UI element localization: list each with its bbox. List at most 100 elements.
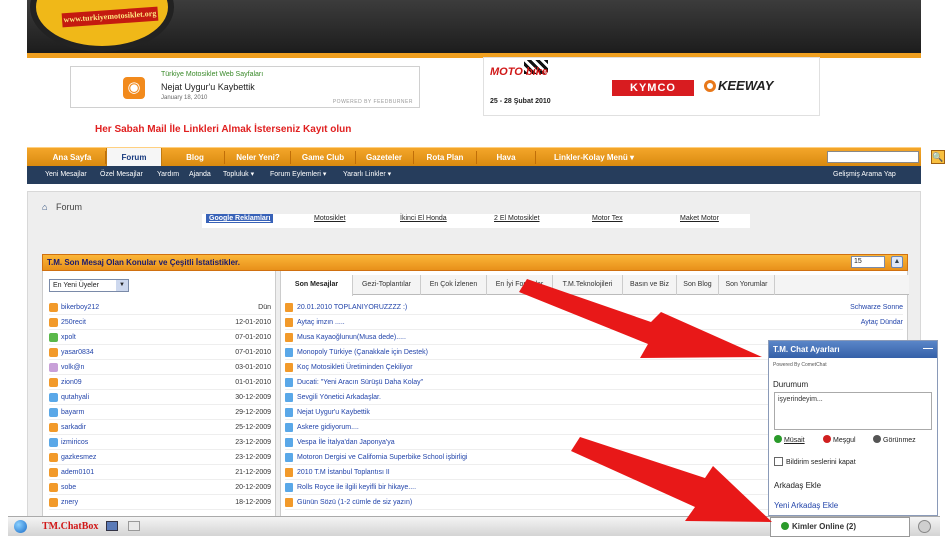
- member-name[interactable]: zion09: [61, 375, 82, 390]
- advanced-search-link[interactable]: Gelişmiş Arama Yap: [833, 166, 896, 184]
- member-row[interactable]: adem0101 21-12-2009: [49, 465, 271, 480]
- nav-item-linkler-kolay-menu[interactable]: Linkler-Kolay Menü ▾: [539, 148, 649, 167]
- member-name[interactable]: bayarm: [61, 405, 84, 420]
- window-icon[interactable]: [106, 521, 118, 531]
- tab-gezi-toplantilar[interactable]: Gezi-Toplantılar: [353, 275, 421, 295]
- home-icon[interactable]: ⌂: [42, 202, 47, 212]
- tab-en-iyi-forumlar[interactable]: En İyi Forumlar: [487, 275, 553, 295]
- member-name[interactable]: gazkesmez: [61, 450, 96, 465]
- thread-title[interactable]: Vespa İle İtalya'dan Japonya'ya: [297, 435, 395, 450]
- thread-row[interactable]: Aytaç imzın ..... Aytaç Dündar: [285, 315, 903, 330]
- nav-item-ana-sayfa[interactable]: Ana Sayfa: [39, 148, 105, 167]
- tab-basin-ve-biz[interactable]: Basın ve Biz: [623, 275, 677, 295]
- subnav-yeni-mesajlar[interactable]: Yeni Mesajlar: [45, 166, 87, 184]
- thread-title[interactable]: Günün Sözü (1-2 cümle de siz yazın): [297, 495, 412, 510]
- sponsor-banner[interactable]: MOTO bike 25 - 28 Şubat 2010 KYMCO KEEWA…: [483, 57, 820, 116]
- member-row[interactable]: sarkadir 25-12-2009: [49, 420, 271, 435]
- ad-link-maket-motor[interactable]: Maket Motor: [680, 215, 719, 222]
- member-list-select[interactable]: En Yeni Üyeler ▼: [49, 279, 129, 292]
- thread-title[interactable]: Ducati: "Yeni Aracın Sürüşü Daha Kolay": [297, 375, 423, 390]
- tab-tm-teknolojileri[interactable]: T.M.Teknolojileri: [553, 275, 623, 295]
- member-name[interactable]: sobe: [61, 480, 76, 495]
- ad-link-motosiklet[interactable]: Motosiklet: [314, 215, 346, 222]
- feed-site-label[interactable]: Türkiye Motosiklet Web Sayfaları: [161, 71, 263, 78]
- tab-son-yorumlar[interactable]: Son Yorumlar: [719, 275, 775, 295]
- member-row[interactable]: bikerboy212 Dün: [49, 300, 271, 315]
- member-name[interactable]: izmiricos: [61, 435, 88, 450]
- subnav-forum-eylemleri[interactable]: Forum Eylemleri ▾: [270, 166, 326, 184]
- rss-icon[interactable]: ◉: [123, 77, 145, 99]
- nav-item-game-club[interactable]: Game Club: [292, 148, 354, 167]
- breadcrumb-forum[interactable]: Forum: [56, 202, 82, 212]
- search-icon[interactable]: 🔍: [931, 150, 945, 164]
- thread-title[interactable]: Aytaç imzın .....: [297, 315, 345, 330]
- member-name[interactable]: bikerboy212: [61, 300, 99, 315]
- ads-label[interactable]: Google Reklamları: [206, 214, 274, 223]
- mute-sounds-checkbox[interactable]: Bildirim seslerini kapat: [774, 457, 856, 466]
- thread-title[interactable]: Rolls Royce ile ilgili keyifli bir hikay…: [297, 480, 416, 495]
- member-row[interactable]: znery 18-12-2009: [49, 495, 271, 510]
- thread-title[interactable]: 2010 T.M İstanbul Toplantısı II: [297, 465, 390, 480]
- thread-title[interactable]: Musa Kayaoğlunun(Musa dede).....: [297, 330, 406, 345]
- thread-title[interactable]: Monopoly Türkiye (Çanakkale için Destek): [297, 345, 428, 360]
- nav-item-blog[interactable]: Blog: [166, 148, 224, 167]
- subnav-ajanda[interactable]: Ajanda: [189, 166, 211, 184]
- chat-powered-by[interactable]: Powered By CometChat: [773, 362, 827, 368]
- member-row[interactable]: zion09 01-01-2010: [49, 375, 271, 390]
- globe-icon[interactable]: [14, 520, 27, 533]
- register-promo-link[interactable]: Her Sabah Mail İle Linkleri Almak İsters…: [95, 124, 351, 135]
- member-row[interactable]: sobe 20-12-2009: [49, 480, 271, 495]
- add-friend-link[interactable]: Yeni Arkadaş Ekle: [774, 501, 838, 510]
- who-is-online-button[interactable]: Kimler Online (2): [770, 517, 910, 537]
- member-name[interactable]: volk@n: [61, 360, 84, 375]
- status-available-option[interactable]: Müsait: [774, 435, 805, 444]
- ad-link-2-el-motosiklet[interactable]: 2 El Motosiklet: [494, 215, 540, 222]
- member-row[interactable]: bayarm 29-12-2009: [49, 405, 271, 420]
- member-name[interactable]: xpolt: [61, 330, 76, 345]
- ad-link-motor-tex[interactable]: Motor Tex: [592, 215, 623, 222]
- status-busy-option[interactable]: Meşgul: [823, 435, 856, 444]
- blank-window-icon[interactable]: [128, 521, 140, 531]
- member-name[interactable]: qutahyali: [61, 390, 89, 405]
- row-count-select[interactable]: 15: [851, 256, 885, 268]
- member-name[interactable]: sarkadir: [61, 420, 86, 435]
- thread-last-poster[interactable]: Aytaç Dündar: [861, 315, 903, 330]
- subnav-ozel-mesajlar[interactable]: Özel Mesajlar: [100, 166, 143, 184]
- member-name[interactable]: yasar0834: [61, 345, 94, 360]
- feed-item-title[interactable]: Nejat Uygur'u Kaybettik: [161, 82, 255, 92]
- status-invisible-option[interactable]: Görünmez: [873, 435, 916, 444]
- member-row[interactable]: yasar0834 07-01-2010: [49, 345, 271, 360]
- tab-son-mesajlar[interactable]: Son Mesajlar: [281, 275, 353, 296]
- nav-item-forum[interactable]: Forum: [106, 148, 162, 167]
- thread-row[interactable]: 20.01.2010 TOPLANIYORUZZZZ :) Schwarze So…: [285, 300, 903, 315]
- subnav-yararli-linkler[interactable]: Yararlı Linkler ▾: [343, 166, 391, 184]
- tab-son-blog[interactable]: Son Blog: [677, 275, 719, 295]
- minimize-icon[interactable]: —: [923, 341, 933, 356]
- chat-status-input[interactable]: işyerindeyim...: [774, 392, 932, 430]
- thread-last-poster[interactable]: Schwarze Sonne: [850, 300, 903, 315]
- tab-en-cok-izlenen[interactable]: En Çok İzlenen: [421, 275, 487, 295]
- subnav-yardim[interactable]: Yardım: [157, 166, 179, 184]
- ad-link-ikinci-el-honda[interactable]: İkinci El Honda: [400, 215, 447, 222]
- thread-title[interactable]: Nejat Uygur'u Kaybettik: [297, 405, 370, 420]
- nav-item-neler-yeni[interactable]: Neler Yeni?: [227, 148, 289, 167]
- chat-panel-header[interactable]: T.M. Chat Ayarları —: [769, 341, 937, 358]
- member-row[interactable]: 250recit 12-01-2010: [49, 315, 271, 330]
- member-row[interactable]: gazkesmez 23-12-2009: [49, 450, 271, 465]
- thread-title[interactable]: Motoron Dergisi ve California Superbike …: [297, 450, 467, 465]
- member-name[interactable]: 250recit: [61, 315, 86, 330]
- member-name[interactable]: znery: [61, 495, 78, 510]
- nav-item-gazeteler[interactable]: Gazeteler: [357, 148, 411, 167]
- thread-title[interactable]: Askere gidiyorum....: [297, 420, 359, 435]
- nav-item-hava[interactable]: Hava: [479, 148, 533, 167]
- collapse-icon[interactable]: ▲: [891, 256, 903, 268]
- thread-title[interactable]: Sevgili Yönetici Arkadaşlar.: [297, 390, 381, 405]
- member-name[interactable]: adem0101: [61, 465, 94, 480]
- thread-title[interactable]: 20.01.2010 TOPLANIYORUZZZZ :): [297, 300, 407, 315]
- options-icon[interactable]: [918, 520, 931, 533]
- member-row[interactable]: xpolt 07-01-2010: [49, 330, 271, 345]
- subnav-topluluk[interactable]: Topluluk ▾: [223, 166, 254, 184]
- member-row[interactable]: volk@n 03-01-2010: [49, 360, 271, 375]
- nav-item-rota-plan[interactable]: Rota Plan: [416, 148, 474, 167]
- chatbox-button[interactable]: TM.ChatBox: [42, 521, 98, 532]
